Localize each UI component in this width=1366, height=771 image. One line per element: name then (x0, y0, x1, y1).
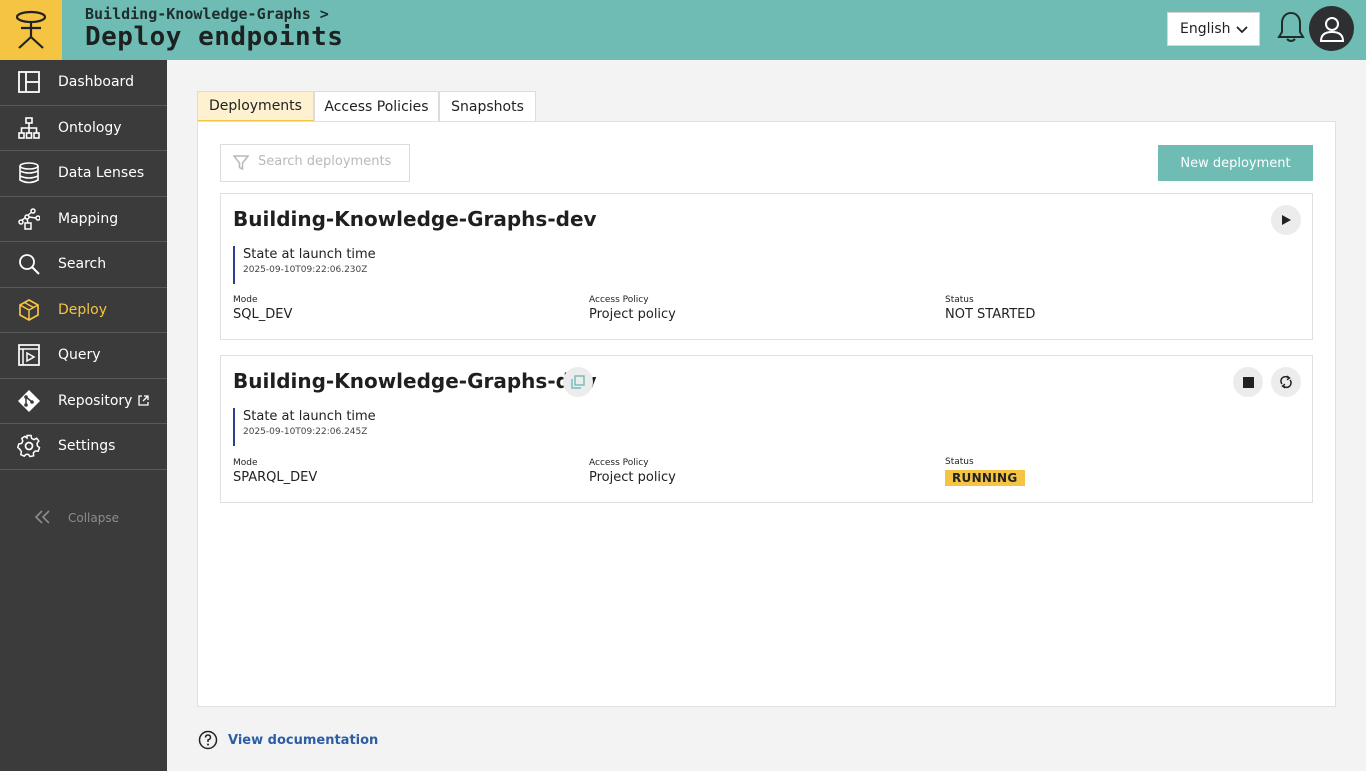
breadcrumb[interactable]: Building-Knowledge-Graphs > (85, 5, 329, 23)
filter-icon (233, 155, 249, 171)
double-chevron-left-icon (34, 510, 50, 524)
mode-label: Mode (233, 458, 258, 468)
restart-button[interactable] (1271, 367, 1301, 397)
sidebar-item-settings[interactable]: Settings (0, 424, 167, 470)
status-badge: RUNNING (945, 470, 1025, 486)
play-icon (1282, 215, 1291, 225)
access-policy-label: Access Policy (589, 295, 649, 305)
copy-button[interactable] (563, 367, 593, 397)
state-timestamp: 2025-09-10T09:22:06.245Z (243, 427, 368, 437)
database-icon (17, 161, 41, 185)
tab-snapshots[interactable]: Snapshots (439, 91, 536, 122)
chevron-down-icon (1236, 26, 1248, 34)
state-label: State at launch time (243, 409, 376, 424)
search-input[interactable] (258, 154, 403, 169)
sidebar: Dashboard Ontology Data Lenses Mapping S… (0, 60, 167, 771)
top-bar: Building-Knowledge-Graphs > Deploy endpo… (0, 0, 1366, 60)
deployment-name: Building-Knowledge-Graphs-dev (233, 369, 597, 393)
copy-icon (571, 375, 585, 389)
query-icon (17, 343, 41, 367)
access-policy-field: Access Policy Project policy (589, 458, 676, 485)
access-policy-value: Project policy (589, 307, 676, 322)
help-icon (198, 730, 218, 750)
sidebar-item-label: Data Lenses (58, 165, 145, 182)
view-documentation-link[interactable]: View documentation (198, 729, 378, 751)
access-policy-field: Access Policy Project policy (589, 295, 676, 322)
gear-icon (17, 434, 41, 458)
search-icon (17, 252, 41, 276)
bell-icon[interactable] (1276, 10, 1306, 44)
sidebar-item-label: Deploy (58, 301, 108, 318)
sidebar-item-mapping[interactable]: Mapping (0, 197, 167, 242)
sidebar-item-deploy[interactable]: Deploy (0, 288, 167, 333)
search-box (220, 144, 410, 182)
tab-deployments[interactable]: Deployments (197, 91, 314, 122)
state-label: State at launch time (243, 247, 376, 262)
repository-label: Repository (58, 392, 133, 409)
user-icon (1319, 16, 1344, 42)
mode-field: Mode SPARQL_DEV (233, 458, 317, 485)
sidebar-item-query[interactable]: Query (0, 333, 167, 379)
collapse-sidebar-button[interactable]: Collapse (0, 507, 167, 531)
deployment-name: Building-Knowledge-Graphs-dev (233, 207, 597, 231)
stop-icon (1242, 376, 1254, 388)
dashboard-icon (17, 70, 41, 94)
mode-value: SQL_DEV (233, 307, 293, 322)
sidebar-item-label: Mapping (58, 210, 119, 227)
deployments-panel: New deployment Building-Knowledge-Graphs… (197, 121, 1336, 707)
launch-state: State at launch time 2025-09-10T09:22:06… (233, 408, 376, 446)
deployment-card: Building-Knowledge-Graphs-dev State at l… (220, 355, 1313, 503)
sidebar-item-search[interactable]: Search (0, 242, 167, 288)
status-value: NOT STARTED (945, 307, 1036, 322)
mode-label: Mode (233, 295, 258, 305)
state-timestamp: 2025-09-10T09:22:06.230Z (243, 265, 368, 275)
mode-value: SPARQL_DEV (233, 470, 318, 485)
sidebar-item-label: Ontology (58, 119, 122, 136)
collapse-label: Collapse (68, 511, 119, 525)
sidebar-item-label: Settings (58, 438, 116, 455)
app-logo[interactable] (0, 0, 62, 60)
sidebar-item-repository[interactable]: Repository (0, 379, 167, 424)
sidebar-item-label: Dashboard (58, 74, 134, 91)
deployment-card: Building-Knowledge-Graphs-dev State at l… (220, 193, 1313, 340)
sidebar-item-dashboard[interactable]: Dashboard (0, 60, 167, 106)
stop-button[interactable] (1233, 367, 1263, 397)
hierarchy-icon (17, 116, 41, 140)
status-field: Status NOT STARTED (945, 295, 1035, 322)
tab-access-policies[interactable]: Access Policies (314, 91, 439, 122)
sidebar-item-data-lenses[interactable]: Data Lenses (0, 151, 167, 197)
status-label: Status (945, 295, 974, 305)
sidebar-item-label: Repository (58, 392, 150, 409)
external-link-icon (138, 395, 150, 406)
cube-icon (17, 298, 41, 322)
status-field: Status RUNNING (945, 457, 1025, 486)
sidebar-item-label: Query (58, 347, 101, 364)
launch-state: State at launch time 2025-09-10T09:22:06… (233, 246, 376, 284)
sidebar-item-label: Search (58, 256, 107, 273)
access-policy-value: Project policy (589, 470, 676, 485)
logo-icon (15, 10, 47, 49)
mode-field: Mode SQL_DEV (233, 295, 292, 322)
mapping-icon (17, 207, 41, 231)
refresh-icon (1280, 375, 1292, 389)
status-label: Status (945, 457, 974, 467)
git-icon (17, 389, 41, 413)
tab-bar: Deployments Access Policies Snapshots (197, 91, 536, 122)
new-deployment-button[interactable]: New deployment (1158, 145, 1313, 181)
start-button[interactable] (1271, 205, 1301, 235)
access-policy-label: Access Policy (589, 458, 649, 468)
page-title: Deploy endpoints (85, 22, 344, 52)
language-select[interactable]: English (1167, 12, 1260, 46)
user-avatar[interactable] (1309, 6, 1354, 51)
doc-link-label: View documentation (228, 732, 379, 748)
sidebar-item-ontology[interactable]: Ontology (0, 106, 167, 151)
language-value: English (1180, 21, 1231, 37)
